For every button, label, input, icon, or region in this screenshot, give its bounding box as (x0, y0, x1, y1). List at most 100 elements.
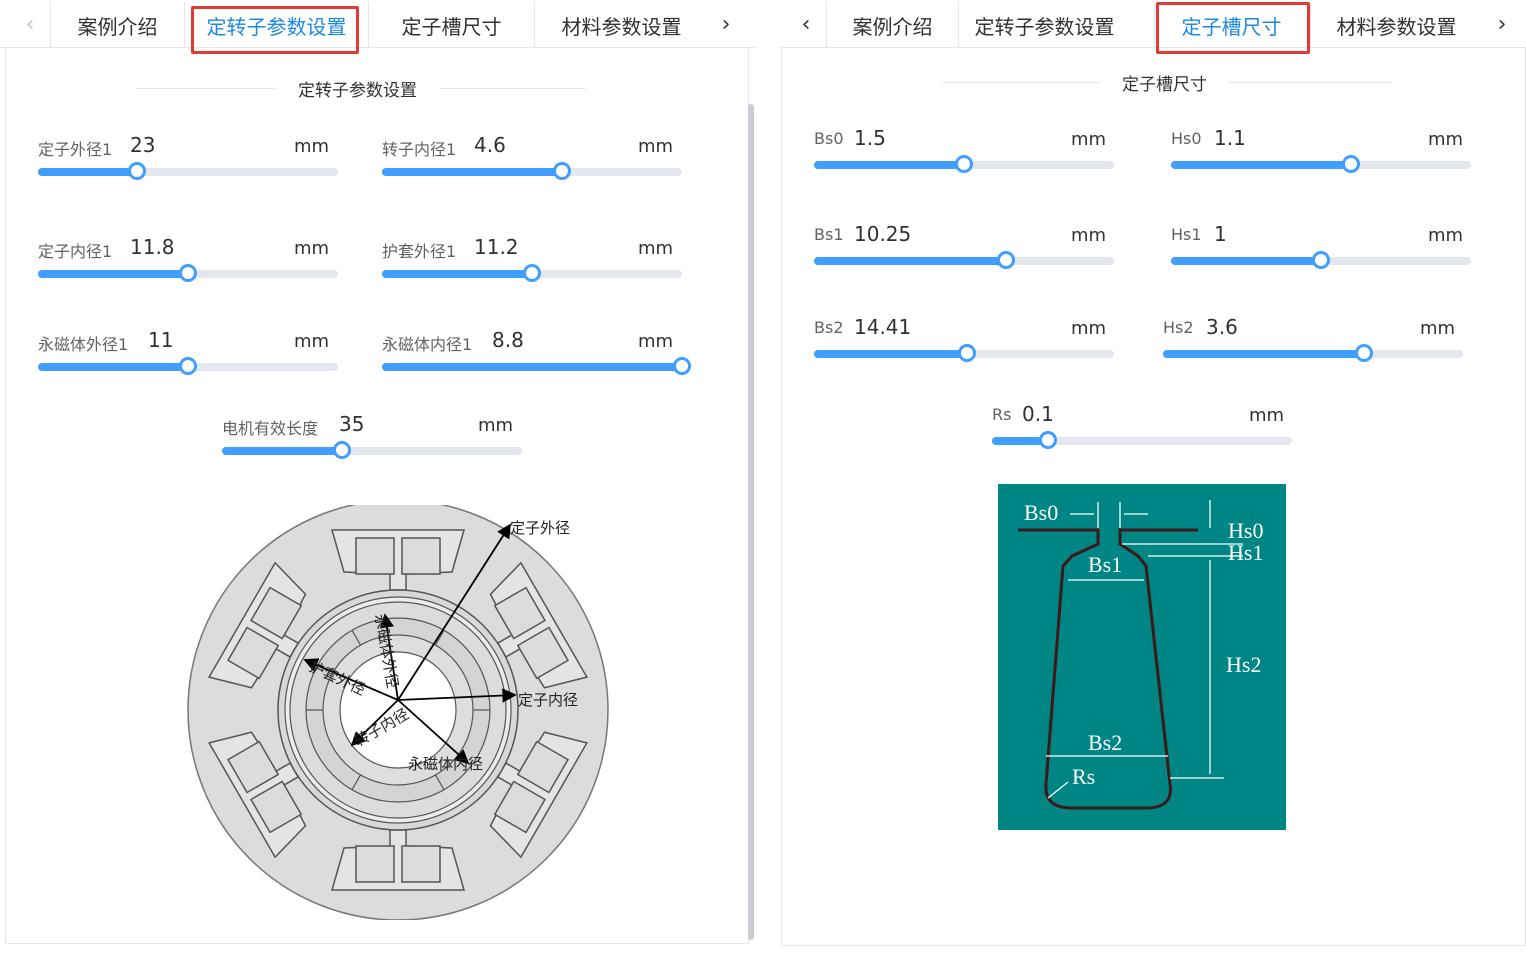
tab-stator-slot-size[interactable]: 定子槽尺寸 (1154, 2, 1308, 48)
slider-fill (814, 161, 964, 169)
tab-material-params[interactable]: 材料参数设置 (534, 2, 708, 48)
param-value-input[interactable]: 35 (339, 412, 364, 436)
slider-handle[interactable] (128, 162, 146, 180)
slider-handle[interactable] (1038, 431, 1057, 449)
label-hs1: Hs1 (1228, 540, 1263, 565)
param-slider[interactable] (222, 441, 522, 459)
slider-fill (38, 168, 137, 176)
param-value-input[interactable]: 8.8 (492, 328, 524, 352)
param-unit: mm (1420, 318, 1456, 339)
param-slider[interactable] (814, 344, 1114, 362)
slider-fill (814, 350, 967, 358)
section-title: 定子槽尺寸 (1100, 70, 1229, 95)
param-label: 电机有效长度 (222, 419, 319, 438)
param-unit: mm (638, 238, 674, 259)
param-unit: mm (294, 238, 330, 259)
label-stator-inner: 定子内径 (518, 692, 578, 709)
slider-fill (382, 168, 562, 176)
scrollbar[interactable] (748, 104, 754, 940)
tab-case-intro[interactable]: 案例介绍 (50, 2, 184, 48)
slider-handle[interactable] (1342, 155, 1360, 173)
param-slider[interactable] (992, 431, 1292, 449)
label-bs0: Bs0 (1024, 500, 1058, 525)
tab-material-params[interactable]: 材料参数设置 (1310, 2, 1482, 48)
param-label: 定子内径1 (38, 242, 113, 261)
tab-prev-chevron-left-icon[interactable]: ‹ (10, 0, 50, 48)
label-magnet-inner: 永磁体内径 (408, 756, 483, 773)
slider-handle[interactable] (553, 162, 571, 180)
slider-handle[interactable] (179, 264, 197, 282)
slider-handle[interactable] (1355, 344, 1373, 362)
param-unit: mm (1428, 225, 1464, 246)
slider-handle[interactable] (1312, 251, 1330, 269)
param-slider[interactable] (38, 264, 338, 282)
stator-slot-diagram: Bs0 Hs0 Hs1 Bs1 Hs2 Bs2 Rs (998, 484, 1286, 830)
param-value-input[interactable]: 11 (148, 328, 173, 352)
slider-handle[interactable] (673, 357, 691, 375)
param-unit: mm (1428, 129, 1464, 150)
param-label: 转子内径1 (382, 140, 457, 159)
param-label: Hs0 (1171, 129, 1202, 148)
param-slider[interactable] (1163, 344, 1463, 362)
param-unit: mm (294, 331, 330, 352)
tab-prev-chevron-left-icon[interactable]: ‹ (786, 0, 826, 48)
param-value-input[interactable]: 11.2 (474, 235, 519, 259)
param-unit: mm (1071, 129, 1107, 150)
slider-handle[interactable] (955, 155, 973, 173)
param-label: Hs2 (1163, 318, 1194, 337)
param-value-input[interactable]: 10.25 (854, 222, 911, 246)
label-stator-outer: 定子外径 (510, 520, 570, 537)
tab-stator-slot-size[interactable]: 定子槽尺寸 (368, 2, 534, 48)
param-value-input[interactable]: 1.5 (854, 126, 886, 150)
label-rs: Rs (1072, 764, 1095, 789)
slider-fill (382, 270, 532, 278)
tab-next-chevron-right-icon[interactable]: › (706, 0, 746, 48)
right-panel: ‹ 案例介绍 定转子参数设置 定子槽尺寸 材料参数设置 › 定子槽尺寸 Bs0 1… (780, 0, 1526, 966)
slider-handle[interactable] (179, 357, 197, 375)
param-label: Bs1 (814, 225, 844, 244)
param-unit: mm (1071, 318, 1107, 339)
param-slider[interactable] (814, 155, 1114, 173)
param-value-input[interactable]: 23 (130, 133, 155, 157)
left-tab-bar: ‹ 案例介绍 定转子参数设置 定子槽尺寸 材料参数设置 › (0, 0, 756, 48)
tab-stator-rotor-params[interactable]: 定转子参数设置 (958, 2, 1130, 48)
slider-fill (38, 270, 188, 278)
param-slider[interactable] (382, 162, 682, 180)
right-tab-bar: ‹ 案例介绍 定转子参数设置 定子槽尺寸 材料参数设置 › (780, 0, 1526, 48)
slider-handle[interactable] (997, 251, 1015, 269)
param-value-input[interactable]: 1 (1214, 222, 1227, 246)
param-label: Rs (992, 405, 1012, 424)
label-bs2: Bs2 (1088, 730, 1122, 755)
motor-cross-section-diagram: 定子外径 永磁体外径 护套外径 定子内径 转子内径 永磁体内径 (187, 505, 609, 920)
slider-fill (222, 447, 342, 455)
param-label: Hs1 (1171, 225, 1202, 244)
slider-handle[interactable] (523, 264, 541, 282)
tab-stator-rotor-params[interactable]: 定转子参数设置 (184, 2, 368, 48)
slider-fill (38, 363, 188, 371)
param-value-input[interactable]: 4.6 (474, 133, 506, 157)
param-slider[interactable] (38, 357, 338, 375)
param-slider[interactable] (38, 162, 338, 180)
slider-fill (814, 257, 1006, 265)
param-value-input[interactable]: 1.1 (1214, 126, 1246, 150)
param-value-input[interactable]: 11.8 (130, 235, 175, 259)
slider-fill (1163, 350, 1364, 358)
label-hs2: Hs2 (1226, 652, 1261, 677)
param-label: Bs0 (814, 129, 844, 148)
param-value-input[interactable]: 0.1 (1022, 402, 1054, 426)
param-slider[interactable] (1171, 155, 1471, 173)
param-value-input[interactable]: 14.41 (854, 315, 911, 339)
param-slider[interactable] (382, 264, 682, 282)
param-slider[interactable] (1171, 251, 1471, 269)
slider-handle[interactable] (958, 344, 976, 362)
param-slider[interactable] (382, 357, 691, 375)
param-value-input[interactable]: 3.6 (1206, 315, 1238, 339)
tab-next-chevron-right-icon[interactable]: › (1482, 0, 1522, 48)
param-label: 护套外径1 (382, 242, 457, 261)
param-label: 定子外径1 (38, 140, 113, 159)
param-label: Bs2 (814, 318, 844, 337)
label-bs1: Bs1 (1088, 552, 1122, 577)
tab-case-intro[interactable]: 案例介绍 (826, 2, 958, 48)
slider-handle[interactable] (333, 441, 351, 459)
param-slider[interactable] (814, 251, 1114, 269)
